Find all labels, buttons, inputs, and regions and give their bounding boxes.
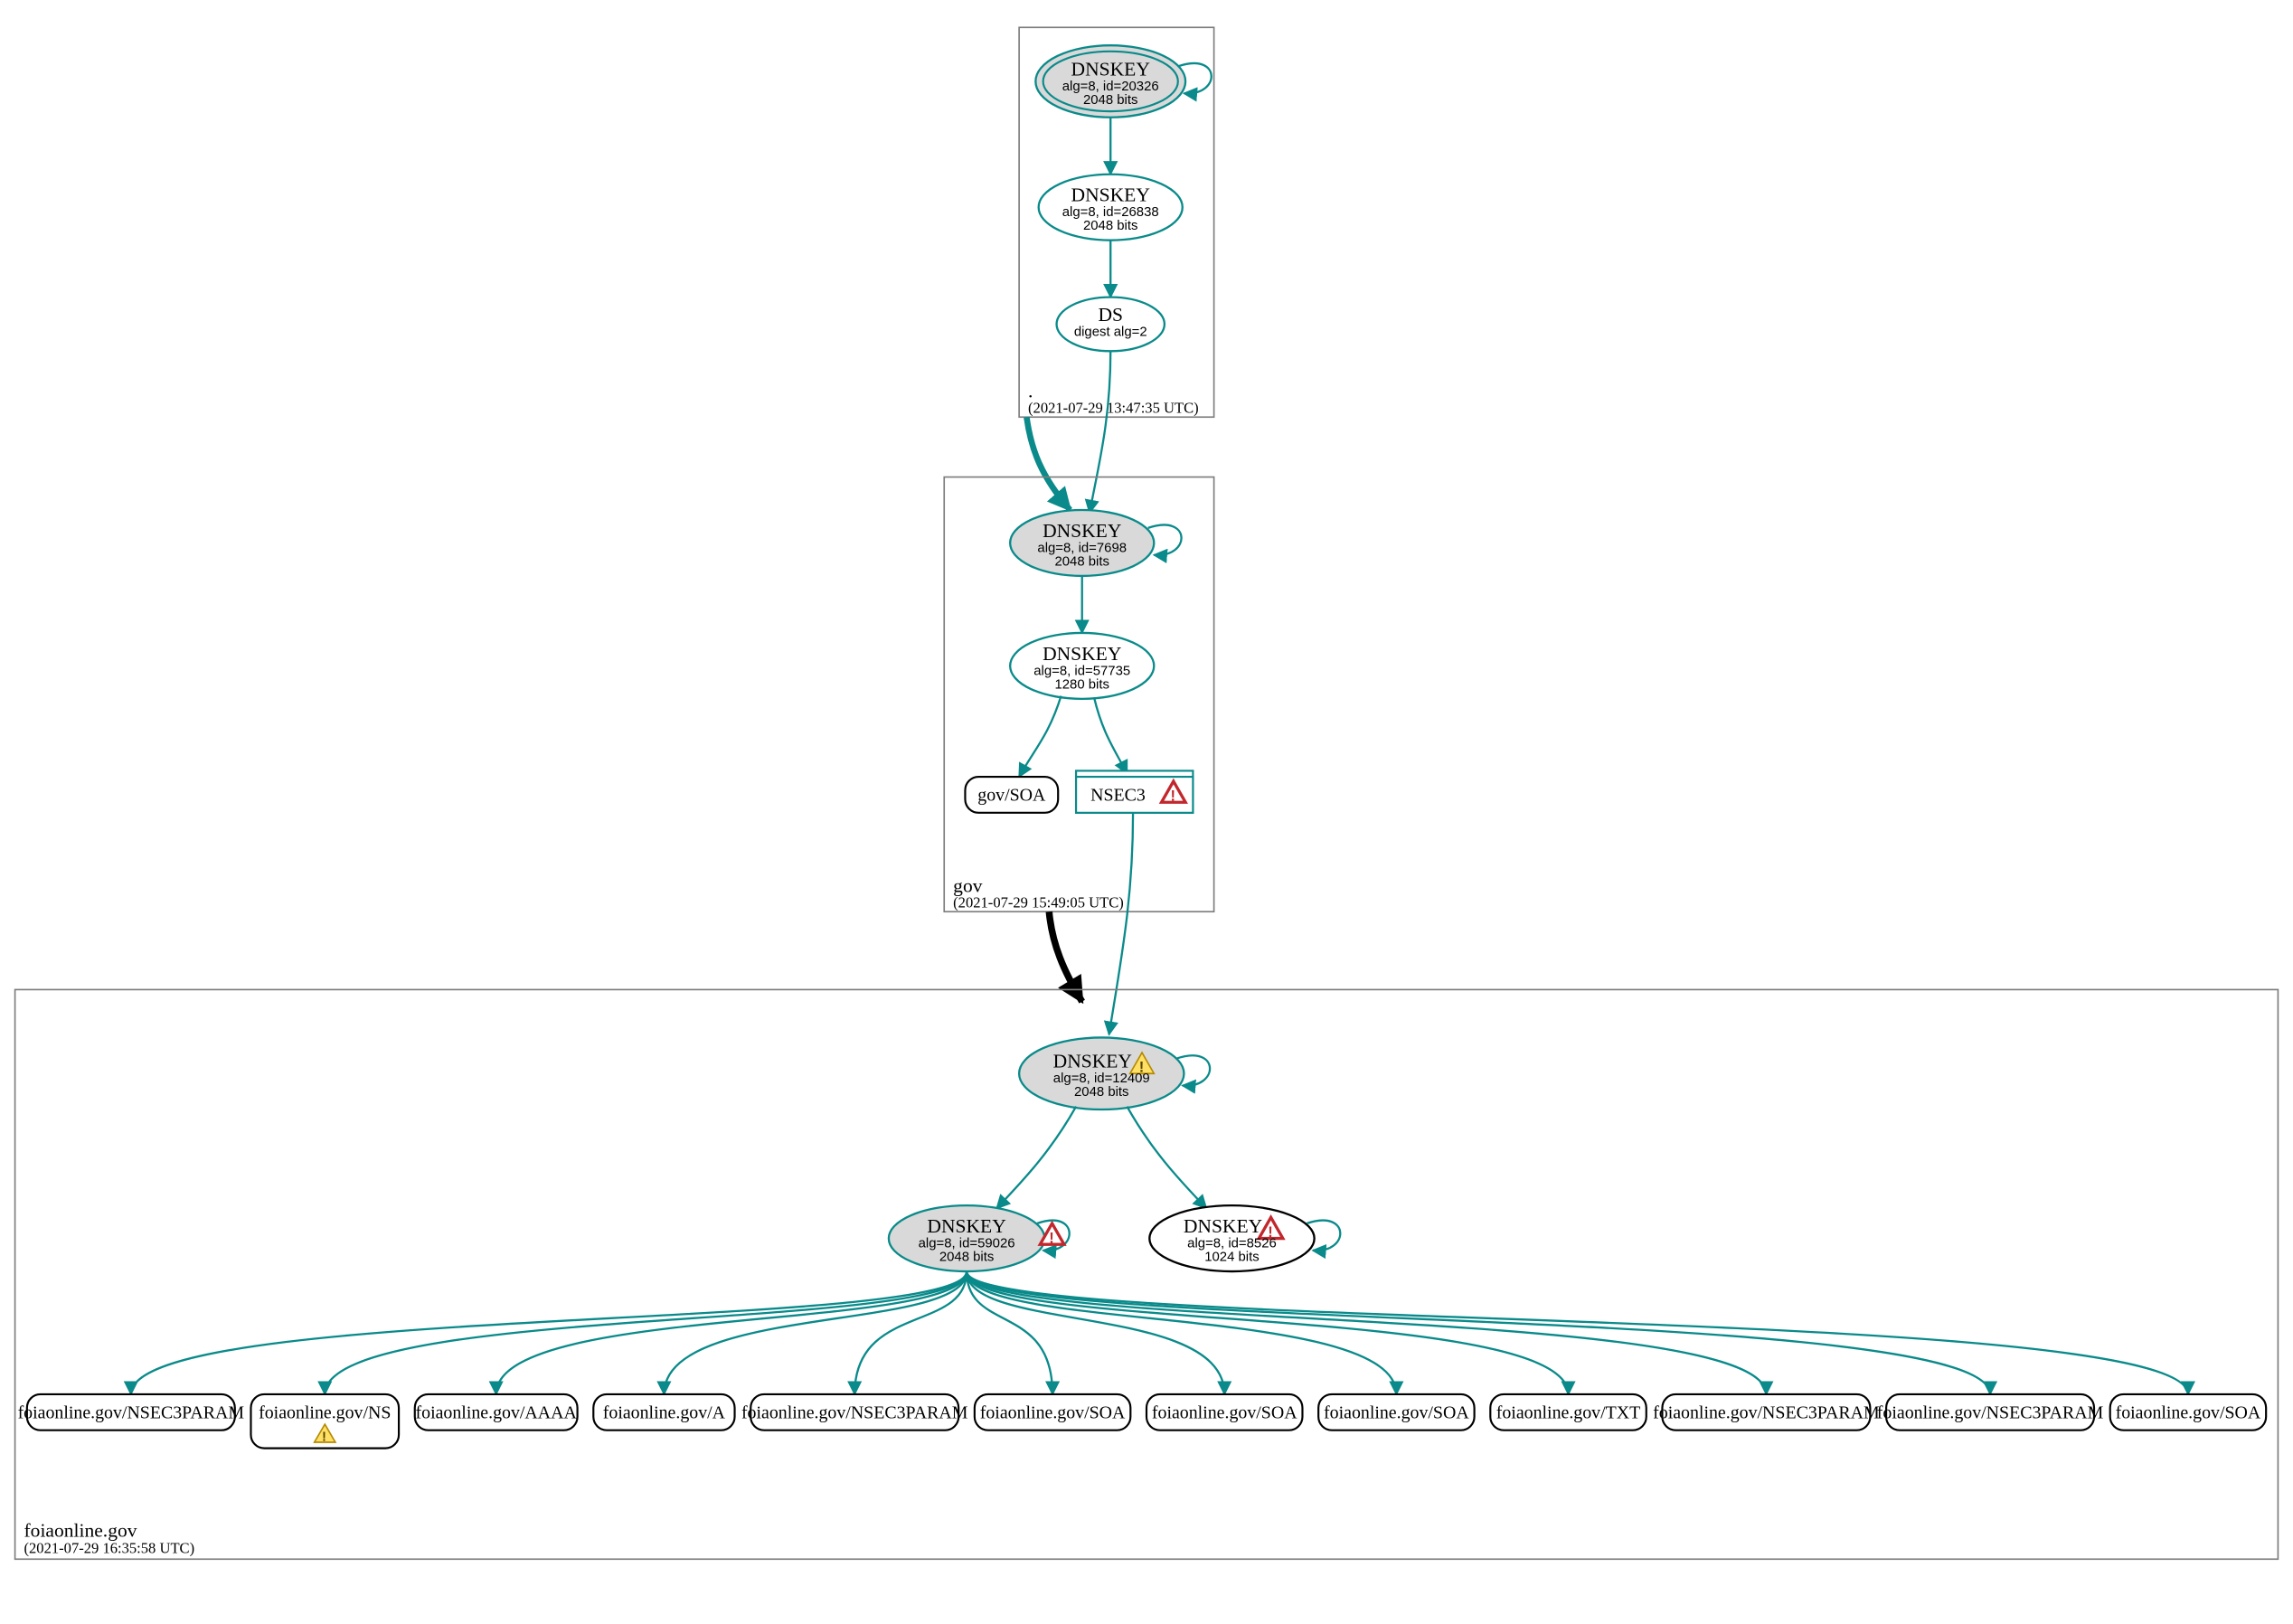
- svg-text:!: !: [1171, 788, 1176, 805]
- rrset-label: foiaonline.gov/A: [603, 1402, 726, 1422]
- zone-foia-ts: (2021-07-29 16:35:58 UTC): [24, 1540, 195, 1557]
- rrset-label: foiaonline.gov/AAAA: [416, 1402, 578, 1422]
- svg-text:2048 bits: 2048 bits: [939, 1250, 995, 1264]
- node-gov-nsec3[interactable]: NSEC3 !: [1076, 770, 1193, 812]
- svg-text:1280 bits: 1280 bits: [1054, 677, 1109, 692]
- rrset-label: foiaonline.gov/SOA: [980, 1402, 1126, 1422]
- edge-foia-zsk-to-rrset: [131, 1271, 967, 1394]
- node-gov-soa[interactable]: gov/SOA: [965, 777, 1058, 813]
- node-foia-ksk[interactable]: DNSKEY ! alg=8, id=12409 2048 bits: [1019, 1037, 1184, 1109]
- edge-foia-zsk-to-rrset: [496, 1271, 967, 1394]
- rrset-box[interactable]: foiaonline.gov/SOA: [2110, 1394, 2266, 1430]
- node-gov-zsk[interactable]: DNSKEY alg=8, id=57735 1280 bits: [1010, 633, 1154, 699]
- svg-text:alg=8, id=8526: alg=8, id=8526: [1187, 1237, 1277, 1251]
- rrset-box[interactable]: foiaonline.gov/NSEC3PARAM: [1653, 1394, 1880, 1430]
- svg-text:DNSKEY: DNSKEY: [1071, 184, 1150, 206]
- edge-deleg-root-to-gov: [1026, 417, 1070, 510]
- svg-text:DNSKEY: DNSKEY: [1053, 1051, 1132, 1072]
- edge-gov-nsec3-to-foia: [1109, 813, 1134, 1034]
- svg-text:DNSKEY: DNSKEY: [927, 1215, 1005, 1237]
- rrset-box[interactable]: foiaonline.gov/NSEC3PARAM: [741, 1394, 968, 1430]
- rrset-label: foiaonline.gov/NSEC3PARAM: [1653, 1402, 1880, 1422]
- svg-text:2048 bits: 2048 bits: [1054, 554, 1109, 569]
- svg-text:alg=8, id=20326: alg=8, id=20326: [1062, 80, 1159, 94]
- rrset-label: foiaonline.gov/NS: [259, 1402, 391, 1422]
- svg-text:DNSKEY: DNSKEY: [1043, 643, 1121, 665]
- rrset-box[interactable]: foiaonline.gov/SOA: [975, 1394, 1130, 1430]
- zone-root-ts: (2021-07-29 13:47:35 UTC): [1028, 399, 1199, 416]
- svg-text:1024 bits: 1024 bits: [1204, 1250, 1260, 1264]
- edge-gov-zsk-to-soa: [1019, 696, 1061, 778]
- svg-text:alg=8, id=26838: alg=8, id=26838: [1062, 205, 1159, 220]
- rrset-box[interactable]: foiaonline.gov/NSEC3PARAM: [18, 1394, 245, 1430]
- zone-foiaonline: foiaonline.gov (2021-07-29 16:35:58 UTC)…: [15, 989, 2279, 1559]
- svg-text:!: !: [1049, 1230, 1054, 1247]
- zone-gov-ts: (2021-07-29 15:49:05 UTC): [953, 893, 1124, 911]
- rrset-box[interactable]: foiaonline.gov/SOA: [1146, 1394, 1302, 1430]
- svg-text:alg=8, id=57735: alg=8, id=57735: [1033, 664, 1130, 678]
- edge-gov-zsk-to-nsec3: [1094, 697, 1127, 774]
- svg-text:DNSKEY: DNSKEY: [1184, 1215, 1262, 1237]
- rrset-label: foiaonline.gov/NSEC3PARAM: [1877, 1402, 2104, 1422]
- node-gov-ksk[interactable]: DNSKEY alg=8, id=7698 2048 bits: [1010, 510, 1154, 576]
- edge-foia-ksk-to-key2: [1127, 1107, 1206, 1209]
- edge-foia-zsk-to-rrset: [967, 1271, 1766, 1394]
- node-foia-key2[interactable]: DNSKEY ! alg=8, id=8526 1024 bits: [1149, 1205, 1314, 1271]
- rrset-label: foiaonline.gov/SOA: [1152, 1402, 1297, 1422]
- svg-text:2048 bits: 2048 bits: [1083, 219, 1138, 233]
- edge-foia-ksk-to-zsk: [996, 1107, 1076, 1209]
- rr-edges: [131, 1271, 2188, 1394]
- svg-text:DNSKEY: DNSKEY: [1043, 520, 1121, 542]
- rrset-label: foiaonline.gov/NSEC3PARAM: [741, 1402, 968, 1422]
- svg-text:!: !: [322, 1430, 326, 1444]
- svg-text:alg=8, id=59026: alg=8, id=59026: [919, 1237, 1015, 1251]
- svg-text:DS: DS: [1098, 304, 1123, 326]
- rrset-label: foiaonline.gov/NSEC3PARAM: [18, 1402, 245, 1422]
- node-root-zsk[interactable]: DNSKEY alg=8, id=26838 2048 bits: [1039, 175, 1183, 241]
- svg-text:alg=8, id=7698: alg=8, id=7698: [1037, 541, 1127, 555]
- zone-foia-label: foiaonline.gov: [24, 1519, 137, 1541]
- zone-root: . (2021-07-29 13:47:35 UTC) DNSKEY alg=8…: [1019, 27, 1213, 417]
- svg-text:digest alg=2: digest alg=2: [1074, 326, 1147, 340]
- edge-ds-to-gov-ksk: [1090, 351, 1110, 513]
- rrset-label: foiaonline.gov/SOA: [1324, 1402, 1469, 1422]
- rrset-box[interactable]: foiaonline.gov/SOA: [1318, 1394, 1474, 1430]
- rrset-box[interactable]: foiaonline.gov/AAAA: [415, 1394, 578, 1430]
- edge-deleg-gov-to-foia: [1049, 911, 1081, 1001]
- rr-row: foiaonline.gov/NSEC3PARAMfoiaonline.gov/…: [18, 1394, 2267, 1449]
- edge-foia-zsk-to-rrset: [325, 1271, 967, 1394]
- rrset-label: foiaonline.gov/SOA: [2116, 1402, 2261, 1422]
- rrset-box[interactable]: foiaonline.gov/A: [593, 1394, 734, 1430]
- svg-text:alg=8, id=12409: alg=8, id=12409: [1053, 1072, 1150, 1086]
- node-root-ksk[interactable]: DNSKEY alg=8, id=20326 2048 bits: [1035, 45, 1185, 118]
- rrset-box[interactable]: foiaonline.gov/NSEC3PARAM: [1877, 1394, 2104, 1430]
- zone-gov: gov (2021-07-29 15:49:05 UTC) DNSKEY alg…: [944, 477, 1213, 912]
- rrset-box[interactable]: foiaonline.gov/TXT: [1490, 1394, 1646, 1430]
- svg-text:2048 bits: 2048 bits: [1083, 93, 1138, 108]
- edge-foia-zsk-to-rrset: [664, 1271, 967, 1394]
- edge-foia-zsk-to-rrset: [967, 1271, 1396, 1394]
- node-root-ds[interactable]: DS digest alg=2: [1057, 297, 1165, 352]
- svg-text:gov/SOA: gov/SOA: [977, 786, 1046, 806]
- rrset-box[interactable]: foiaonline.gov/NS!: [250, 1394, 399, 1449]
- svg-text:DNSKEY: DNSKEY: [1071, 58, 1150, 80]
- node-foia-zsk[interactable]: DNSKEY alg=8, id=59026 2048 bits: [889, 1205, 1044, 1271]
- svg-text:NSEC3: NSEC3: [1090, 786, 1146, 806]
- svg-text:2048 bits: 2048 bits: [1074, 1085, 1129, 1100]
- rrset-label: foiaonline.gov/TXT: [1496, 1402, 1641, 1422]
